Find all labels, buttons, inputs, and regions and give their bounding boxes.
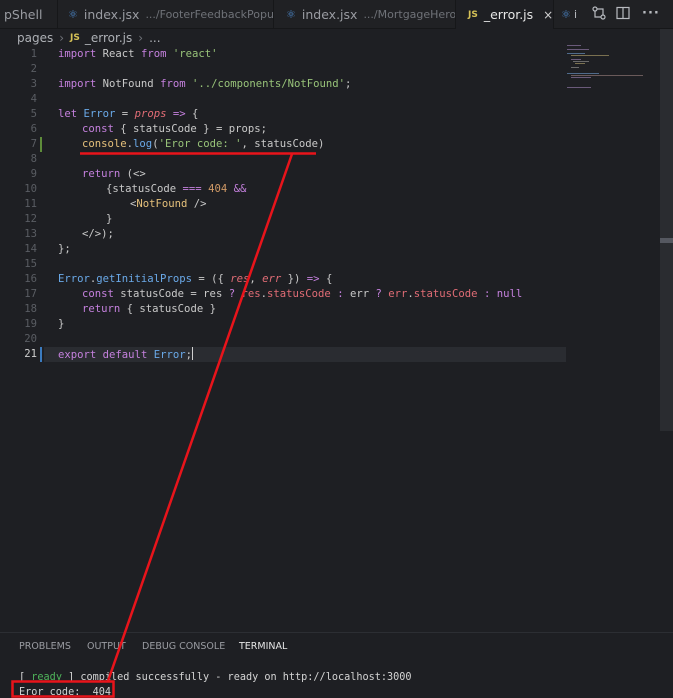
js-file-icon: JS <box>468 9 478 20</box>
compare-icon[interactable] <box>592 6 606 24</box>
tab-description: .../FooterFeedbackPopup <box>145 8 274 21</box>
tab-error-js[interactable]: JS _error.js × <box>456 0 554 29</box>
code-line: 9 return (<> <box>30 168 146 180</box>
react-icon: ⚛ <box>286 8 296 21</box>
js-file-icon: JS <box>70 33 80 43</box>
code-line: 8 <box>30 153 37 165</box>
code-line: 2 <box>30 63 37 75</box>
code-line: 4 <box>30 93 37 105</box>
breadcrumb-symbols[interactable]: ... <box>149 31 160 45</box>
tab-debug-console[interactable]: DEBUG CONSOLE <box>142 641 225 652</box>
tab-label: index.jsx <box>83 7 140 22</box>
chevron-right-icon: › <box>138 31 144 45</box>
minimap[interactable] <box>563 44 653 124</box>
panel-tabs: PROBLEMS OUTPUT DEBUG CONSOLE TERMINAL <box>0 633 673 659</box>
code-line: 20 <box>24 333 37 345</box>
code-line: 21 export default Error; <box>24 347 193 361</box>
tab-problems[interactable]: PROBLEMS <box>19 641 71 652</box>
tab-output[interactable]: OUTPUT <box>87 641 126 652</box>
code-line: 17 const statusCode = res ? res.statusCod… <box>24 288 523 300</box>
tab-terminal[interactable]: TERMINAL <box>239 641 287 652</box>
code-line: 13 </>); <box>24 228 114 240</box>
terminal-error-output: Eror code: 404 <box>19 687 112 698</box>
scrollbar-cursor-marker <box>660 238 673 243</box>
chevron-right-icon: › <box>59 31 65 45</box>
code-editor[interactable]: 1 import React from 'react' 2 3 import Not… <box>0 47 673 632</box>
vertical-scrollbar[interactable] <box>660 29 673 431</box>
code-line: 3 import NotFound from '../components/Not… <box>30 78 352 90</box>
tab-label: _error.js <box>483 7 534 22</box>
code-line: 5 let Error = props => { <box>30 108 199 120</box>
terminal-line: [ ready ] compiled successfully - ready … <box>19 672 412 683</box>
ellipsis-icon[interactable]: ··· <box>642 6 660 21</box>
code-line: 10 {statusCode === 404 && <box>24 183 247 195</box>
more-icon[interactable]: i <box>574 8 577 21</box>
code-line: 16 Error.getInitialProps = ({ res, err })… <box>24 273 333 285</box>
tab-index-mortgage[interactable]: ⚛ index.jsx .../MortgageHero <box>274 0 456 29</box>
text-cursor <box>192 347 193 360</box>
breadcrumb-file[interactable]: _error.js <box>85 31 132 45</box>
code-line: 1 import React from 'react' <box>30 48 218 60</box>
tab-description: .../MortgageHero <box>363 8 456 21</box>
code-line: 15 <box>24 258 37 270</box>
bottom-panel: PROBLEMS OUTPUT DEBUG CONSOLE TERMINAL [… <box>0 632 673 698</box>
code-line: 11 <NotFound /> <box>24 198 207 210</box>
split-editor-icon[interactable] <box>616 6 630 24</box>
tab-label: index.jsx <box>301 7 358 22</box>
close-icon[interactable]: × <box>543 8 553 22</box>
breadcrumb-folder[interactable]: pages <box>17 31 53 45</box>
tab-index-footer[interactable]: ⚛ index.jsx .../FooterFeedbackPopup <box>58 0 274 29</box>
react-icon: ⚛ <box>561 8 571 21</box>
code-line: 6 const { statusCode } = props; <box>30 123 267 135</box>
code-line: 18 return { statusCode } <box>24 303 216 315</box>
editor-tab-bar: pShell ⚛ index.jsx .../FooterFeedbackPop… <box>0 0 673 29</box>
code-line: 12} <box>24 213 113 225</box>
react-icon: ⚛ <box>68 8 78 21</box>
tab-pshell[interactable]: pShell <box>0 0 58 29</box>
code-line: 7 console.log('Eror code: ', statusCode) <box>30 138 325 150</box>
code-line: 14}; <box>24 243 71 255</box>
tab-label: pShell <box>4 7 43 22</box>
code-line: 19} <box>24 318 65 330</box>
